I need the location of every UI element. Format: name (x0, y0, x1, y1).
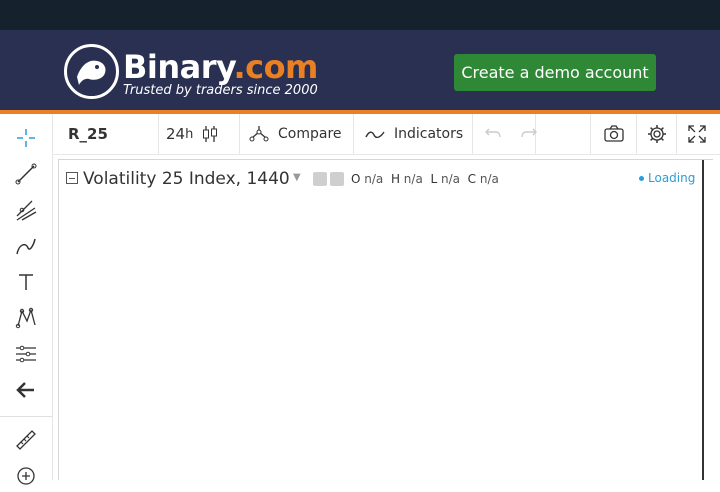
close-value: n/a (479, 172, 499, 186)
indicators-label: Indicators (394, 126, 464, 142)
camera-icon[interactable] (590, 114, 637, 154)
brush-tool-icon[interactable] (8, 230, 44, 262)
timeframe-value: 24 (166, 125, 186, 143)
line-tool-icon[interactable] (8, 158, 44, 190)
indicators-icon (364, 123, 386, 145)
redo-icon[interactable] (517, 123, 539, 145)
symbol-selector[interactable]: R_25 (53, 114, 159, 154)
fullscreen-icon[interactable] (677, 114, 717, 154)
back-arrow-icon[interactable] (8, 374, 44, 406)
sidebar-divider (0, 416, 53, 417)
brand-domain-suffix: .com (233, 48, 318, 86)
candlestick-icon[interactable] (199, 123, 221, 145)
chart-canvas[interactable]: Volatility 25 Index, 1440 ▼ O n/a H n/a … (58, 159, 713, 480)
visibility-toggle-icon[interactable] (313, 172, 327, 186)
ohlc-readout: O n/a H n/a L n/a C n/a (351, 171, 499, 187)
crosshair-icon[interactable] (8, 122, 44, 154)
legend-icons (313, 172, 344, 186)
brand-wordmark[interactable]: Binary.com (123, 48, 318, 86)
compare-button[interactable]: Compare (240, 114, 354, 154)
indicators-button[interactable]: Indicators (354, 114, 473, 154)
brand-tagline: Trusted by traders since 2000 (123, 83, 318, 98)
timeframe-unit: h (185, 126, 194, 142)
high-label: H (390, 172, 400, 186)
chart-toolbar: R_25 24 h Compare Indicators (53, 114, 720, 155)
loading-text: Loading (648, 171, 696, 185)
gear-icon[interactable] (637, 114, 677, 154)
compare-icon (248, 123, 270, 145)
ruler-icon[interactable] (8, 424, 44, 456)
close-label: C (467, 172, 477, 186)
series-settings-icon[interactable] (330, 172, 344, 186)
high-value: n/a (403, 172, 423, 186)
chart-right-border (702, 160, 704, 480)
symbol-label: R_25 (68, 125, 108, 143)
history-controls (473, 114, 539, 154)
pattern-tool-icon[interactable] (8, 302, 44, 334)
compare-label: Compare (278, 126, 342, 142)
low-label: L (430, 172, 438, 186)
browser-topbar (0, 0, 720, 30)
brand-name: Binary (123, 48, 234, 86)
site-header: Binary.com Trusted by traders since 2000… (0, 30, 720, 110)
fork-tool-icon[interactable] (8, 194, 44, 226)
chart-title: Volatility 25 Index, 1440 (83, 169, 290, 189)
collapse-legend-button[interactable] (66, 172, 78, 184)
text-tool-icon[interactable] (8, 266, 44, 298)
fibonacci-tool-icon[interactable] (8, 338, 44, 370)
loading-dot-icon (639, 176, 644, 181)
create-demo-account-button[interactable]: Create a demo account (454, 54, 656, 91)
bull-logo-icon[interactable] (64, 44, 119, 99)
open-label: O (351, 172, 361, 186)
undo-icon[interactable] (483, 123, 505, 145)
loading-indicator: Loading (639, 170, 695, 186)
drawing-tools-sidebar (0, 114, 53, 485)
open-value: n/a (364, 172, 384, 186)
zoom-in-icon[interactable] (8, 460, 44, 492)
timeframe-selector[interactable]: 24 h (159, 114, 240, 154)
chevron-down-icon[interactable]: ▼ (293, 172, 301, 183)
low-value: n/a (440, 172, 460, 186)
